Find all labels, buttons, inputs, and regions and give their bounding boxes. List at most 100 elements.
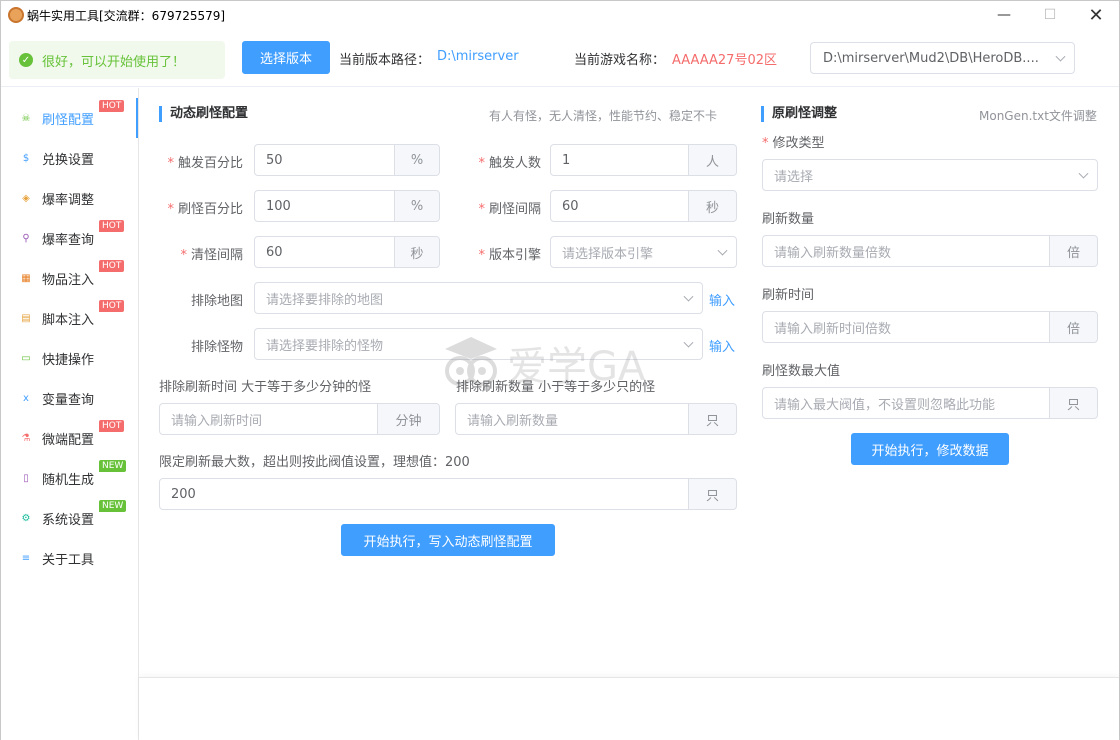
top-bar: ✓ 很好，可以开始使用了！ 选择版本 当前版本路径： D:\mirserver … (1, 29, 1119, 87)
new-badge: NEW (99, 500, 127, 512)
engine-label: * 版本引擎 (478, 248, 541, 263)
search-icon: ⚲ (22, 232, 30, 244)
maximize-button[interactable]: ☐ (1027, 1, 1073, 29)
multiplier-unit: 倍 (1049, 236, 1097, 266)
close-button[interactable]: ✕ (1073, 1, 1119, 29)
sidebar-item-label: 关于工具 (42, 552, 95, 568)
variable-icon: x (23, 392, 29, 404)
percent-unit: % (394, 191, 439, 221)
game-name-value: AAAAA27号02区 (672, 53, 777, 68)
hot-badge: HOT (99, 300, 125, 312)
sidebar-item-label: 变量查询 (42, 392, 95, 408)
game-name-label: 当前游戏名称： (574, 53, 666, 68)
sidebar-item-label: 微端配置 (42, 432, 95, 448)
sidebar-item-label: 系统设置 (42, 512, 95, 528)
sidebar-item-label: 脚本注入 (42, 312, 95, 328)
sidebar: ☠ 刷怪配置 HOT $ 兑换设置 ◈ 爆率调整 ⚲ 爆率查询 HOT ▦ 物品注入 HOT ▤ 脚本注入 H… (1, 88, 139, 740)
refresh-time-input[interactable]: 请输入刷新时间倍数 倍 (762, 311, 1098, 343)
exclude-time-label: 排除刷新时间 大于等于多少分钟的怪 (159, 380, 372, 395)
multiplier-unit: 倍 (1049, 312, 1097, 342)
original-section-desc: MonGen.txt文件调整 (979, 109, 1097, 123)
window-title: 蜗牛实用工具[交流群：679725579] (27, 9, 226, 23)
sidebar-item-label: 兑换设置 (42, 152, 95, 168)
trigger-percent-label: * 触发百分比 (167, 156, 243, 171)
db-path-select[interactable]: D:\mirserver\Mud2\DB\HeroDB.... (810, 42, 1075, 74)
alert-text: 很好，可以开始使用了！ (42, 54, 186, 70)
flask-icon: ⚗ (21, 432, 31, 444)
folder-icon: ▭ (21, 352, 31, 364)
engine-select[interactable]: 请选择版本引擎 (550, 236, 737, 268)
exclude-count-label: 排除刷新数量 小于等于多少只的怪 (456, 380, 656, 395)
trigger-people-input[interactable]: 1 人 (550, 144, 737, 176)
trigger-people-label: * 触发人数 (478, 156, 541, 171)
version-path-label: 当前版本路径： (339, 53, 431, 68)
minimize-button[interactable]: — (981, 1, 1027, 29)
dynamic-section-desc: 有人有怪，无人清怪，性能节约、稳定不卡 (489, 109, 718, 123)
script-icon: ▤ (21, 312, 31, 324)
sidebar-item-label: 爆率调整 (42, 192, 95, 208)
modify-type-select[interactable]: 请选择 (762, 159, 1098, 191)
max-monsters-label: 刷怪数最大值 (762, 364, 841, 379)
count-unit: 只 (1049, 388, 1097, 418)
hot-badge: HOT (99, 260, 125, 272)
sidebar-item[interactable]: x 变量查询 (1, 378, 138, 418)
snail-logo-icon (8, 7, 24, 23)
refresh-count-input[interactable]: 请输入刷新数量倍数 倍 (762, 235, 1098, 267)
cube-icon: ◈ (22, 192, 30, 204)
write-dynamic-config-button[interactable]: 开始执行，写入动态刷怪配置 (341, 524, 555, 556)
sidebar-item-label: 随机生成 (42, 472, 95, 488)
success-alert: ✓ 很好，可以开始使用了！ (9, 41, 225, 79)
dynamic-section-title: 动态刷怪配置 (159, 106, 248, 122)
gear-icon: ⚙ (21, 512, 31, 524)
exclude-map-select[interactable]: 请选择要排除的地图 (254, 282, 703, 314)
sidebar-item[interactable]: ◈ 爆率调整 (1, 178, 138, 218)
new-badge: NEW (99, 460, 127, 472)
trigger-percent-input[interactable]: 50 % (254, 144, 440, 176)
count-unit: 只 (688, 404, 736, 434)
items-icon: ▦ (21, 272, 31, 284)
check-circle-icon: ✓ (19, 53, 33, 67)
version-path-value: D:\mirserver (437, 49, 519, 64)
original-section-title: 原刷怪调整 (761, 106, 837, 122)
sidebar-item[interactable]: ▭ 快捷操作 (1, 338, 138, 378)
exclude-map-label: 排除地图 (190, 294, 243, 309)
max-limit-label: 限定刷新最大数，超出则按此阀值设置，理想值：200 (159, 455, 470, 470)
chevron-down-icon (683, 291, 694, 302)
sidebar-item-label: 物品注入 (42, 272, 95, 288)
spawn-percent-input[interactable]: 100 % (254, 190, 440, 222)
people-unit: 人 (688, 145, 736, 175)
max-monsters-input[interactable]: 请输入最大阀值，不设置则忽略此功能 只 (762, 387, 1098, 419)
random-icon: ▯ (23, 472, 29, 484)
max-limit-input[interactable]: 200 只 (159, 478, 737, 510)
exclude-monster-input-link[interactable]: 输入 (709, 336, 735, 355)
exclude-time-input[interactable]: 请输入刷新时间 分钟 (159, 403, 440, 435)
clear-interval-input[interactable]: 60 秒 (254, 236, 440, 268)
modify-type-label: * 修改类型 (762, 136, 825, 151)
chevron-down-icon (717, 245, 728, 256)
clear-interval-label: * 清怪间隔 (180, 248, 243, 263)
exclude-count-input[interactable]: 请输入刷新数量 只 (455, 403, 737, 435)
modify-data-button[interactable]: 开始执行，修改数据 (851, 433, 1009, 465)
select-version-button[interactable]: 选择版本 (242, 41, 330, 74)
db-path-value: D:\mirserver\Mud2\DB\HeroDB.... (823, 50, 1039, 66)
minutes-unit: 分钟 (377, 404, 439, 434)
hot-badge: HOT (99, 420, 125, 432)
spawn-interval-label: * 刷怪间隔 (478, 202, 541, 217)
exchange-icon: $ (22, 152, 30, 164)
exclude-monster-label: 排除怪物 (190, 340, 243, 355)
seconds-unit: 秒 (688, 191, 736, 221)
refresh-count-label: 刷新数量 (762, 212, 815, 227)
exclude-monster-select[interactable]: 请选择要排除的怪物 (254, 328, 703, 360)
title-bar: 蜗牛实用工具[交流群：679725579] — ☐ ✕ (1, 1, 1119, 29)
hot-badge: HOT (99, 100, 125, 112)
refresh-time-label: 刷新时间 (762, 288, 815, 303)
sidebar-item-label: 快捷操作 (42, 352, 95, 368)
monster-icon: ☠ (21, 112, 31, 124)
sidebar-item[interactable]: $ 兑换设置 (1, 138, 138, 178)
exclude-map-input-link[interactable]: 输入 (709, 290, 735, 309)
spawn-interval-input[interactable]: 60 秒 (550, 190, 737, 222)
footer-panel (139, 677, 1119, 740)
sidebar-item[interactable]: ≡ 关于工具 (1, 538, 138, 578)
chevron-down-icon (683, 337, 694, 348)
seconds-unit: 秒 (394, 237, 439, 267)
